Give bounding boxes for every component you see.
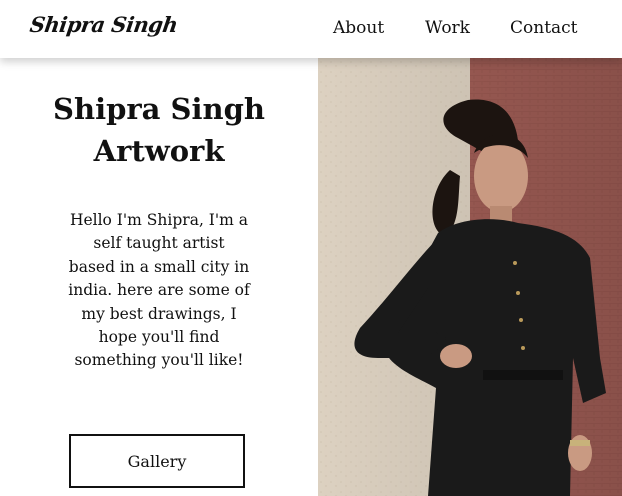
hero-title-line1: Shipra Singh [53, 92, 265, 126]
hero-text-section: Shipra Singh Artwork Hello I'm Shipra, I… [0, 58, 318, 496]
hero-title: Shipra Singh Artwork [0, 88, 318, 172]
artist-portrait-image [318, 58, 622, 496]
artist-portrait-photo [318, 58, 622, 496]
gallery-button[interactable]: Gallery [69, 434, 245, 488]
site-logo[interactable]: Shipra Singh [28, 12, 179, 37]
nav-link-about[interactable]: About [333, 18, 384, 38]
top-navbar: Shipra Singh About Work Contact [0, 0, 622, 58]
nav-link-contact[interactable]: Contact [510, 18, 578, 38]
hero-title-line2: Artwork [93, 134, 225, 168]
nav-link-work[interactable]: Work [425, 18, 470, 38]
intro-paragraph: Hello I'm Shipra, I'm a self taught arti… [68, 211, 250, 370]
